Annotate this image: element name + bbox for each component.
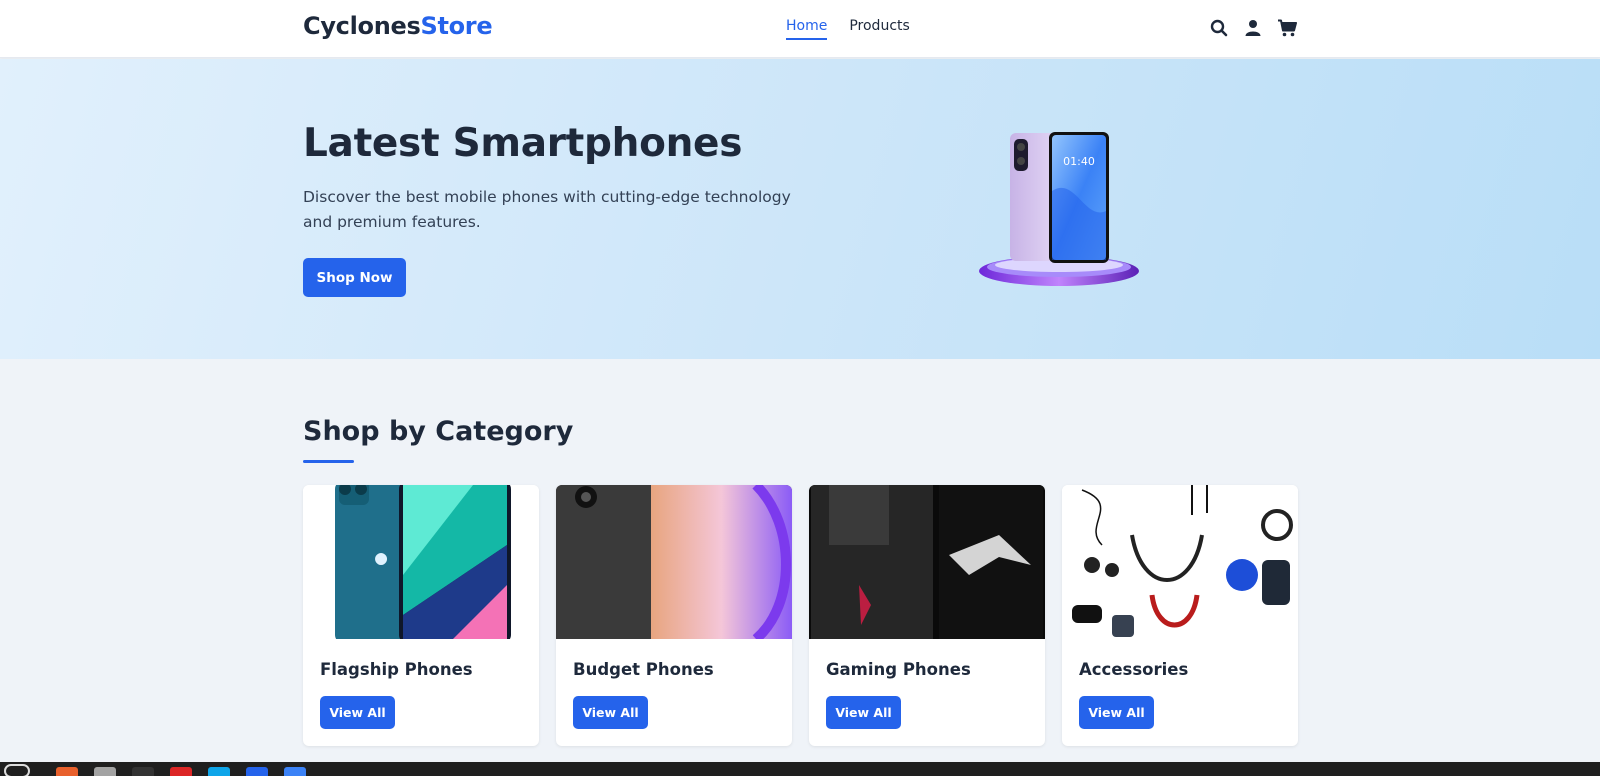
main-nav: Home Products <box>786 18 910 40</box>
site-header: CyclonesStore Home Products <box>0 0 1600 58</box>
hero-phone-image: 01:40 <box>975 131 1145 291</box>
app-launcher-icon[interactable] <box>56 767 78 776</box>
gaming-phones-image <box>809 485 1045 639</box>
svg-text:01:40: 01:40 <box>1063 155 1095 168</box>
flagship-phones-image <box>303 485 539 639</box>
section-title: Shop by Category <box>303 416 574 447</box>
logo-text-primary: Cyclones <box>303 12 421 40</box>
file-manager-icon[interactable] <box>94 767 116 776</box>
terminal-icon[interactable] <box>132 767 154 776</box>
site-logo[interactable]: CyclonesStore <box>303 12 493 40</box>
budget-phones-image <box>556 485 792 639</box>
category-name: Accessories <box>1079 660 1189 679</box>
hero-description: Discover the best mobile phones with cut… <box>303 188 791 231</box>
user-icon[interactable] <box>1242 17 1264 39</box>
section-title-underline <box>303 460 354 463</box>
cart-icon[interactable] <box>1276 17 1298 39</box>
view-all-button[interactable]: View All <box>826 696 901 729</box>
start-menu-icon[interactable] <box>4 764 30 776</box>
nav-link-products[interactable]: Products <box>849 18 909 40</box>
category-name: Gaming Phones <box>826 660 971 679</box>
nav-link-home[interactable]: Home <box>786 18 828 40</box>
shop-now-button[interactable]: Shop Now <box>303 258 406 297</box>
view-all-button[interactable]: View All <box>573 696 648 729</box>
category-card-gaming[interactable]: Gaming Phones View All <box>809 485 1045 746</box>
logo-text-accent: Store <box>420 12 493 40</box>
category-name: Budget Phones <box>573 660 714 679</box>
hero-title: Latest Smartphones <box>303 121 743 166</box>
window-app-icon[interactable] <box>284 767 306 776</box>
header-tools <box>1208 17 1298 39</box>
category-card-accessories[interactable]: Accessories View All <box>1062 485 1298 746</box>
code-editor-icon[interactable] <box>208 767 230 776</box>
view-all-button[interactable]: View All <box>1079 696 1154 729</box>
accessories-image <box>1062 485 1298 639</box>
category-card-budget[interactable]: Budget Phones View All <box>556 485 792 746</box>
browser-icon[interactable] <box>170 767 192 776</box>
search-icon[interactable] <box>1208 17 1230 39</box>
category-card-flagship[interactable]: Flagship Phones View All <box>303 485 539 746</box>
category-name: Flagship Phones <box>320 660 473 679</box>
chat-app-icon[interactable] <box>246 767 268 776</box>
hero-banner: Latest Smartphones Discover the best mob… <box>0 59 1600 359</box>
view-all-button[interactable]: View All <box>320 696 395 729</box>
os-taskbar <box>0 762 1600 776</box>
